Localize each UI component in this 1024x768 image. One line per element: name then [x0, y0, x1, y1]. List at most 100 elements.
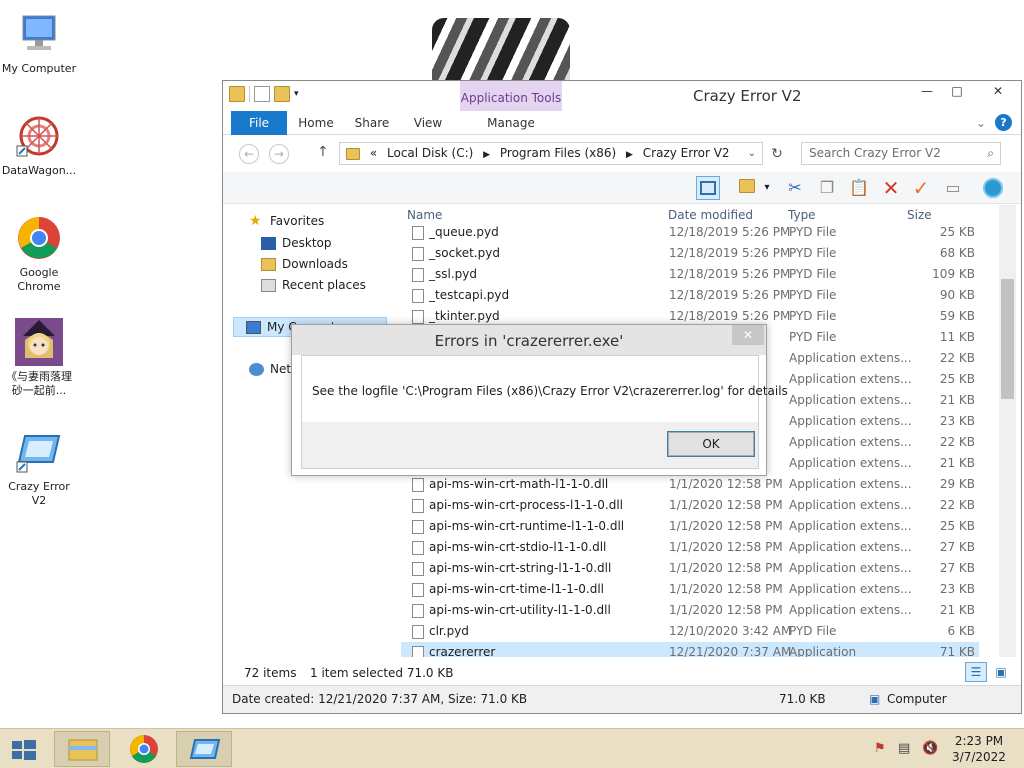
table-row[interactable]: api-ms-win-crt-math-l1-1-0.dll 1/1/2020 1…	[401, 474, 979, 495]
file-name: api-ms-win-crt-string-l1-1-0.dll	[429, 561, 612, 575]
rename-icon[interactable]: ▭	[941, 176, 965, 200]
start-button[interactable]	[0, 731, 48, 767]
address-input[interactable]: « Local Disk (C:) ▶ Program Files (x86) …	[339, 142, 763, 165]
desktop-icon-chrome[interactable]: Google Chrome	[0, 214, 78, 294]
breadcrumb-local-disk[interactable]: Local Disk (C:)	[387, 146, 473, 160]
dialog-close-button[interactable]: ✕	[732, 325, 764, 345]
desktop-icon-label: DataWagon...	[1, 164, 77, 177]
action-center-flag-icon[interactable]: ⚑	[874, 741, 890, 757]
tab-manage[interactable]: Manage	[463, 111, 559, 135]
maximize-button[interactable]: □	[943, 81, 971, 101]
column-header-size[interactable]: Size	[907, 208, 932, 222]
file-type: Application extens...	[789, 498, 912, 512]
table-row[interactable]: _testcapi.pyd 12/18/2019 5:26 PM PYD File 9…	[401, 285, 979, 306]
nav-favorites[interactable]: ★ Favorites	[249, 211, 324, 231]
file-size: 6 KB	[947, 624, 975, 638]
file-date: 1/1/2020 12:58 PM	[669, 603, 783, 617]
close-button[interactable]: ✕	[976, 81, 1020, 101]
large-icons-view-icon[interactable]: ▣	[991, 662, 1011, 682]
table-row[interactable]: api-ms-win-crt-utility-l1-1-0.dll 1/1/202…	[401, 600, 979, 621]
vertical-scrollbar[interactable]	[999, 205, 1016, 657]
tab-file[interactable]: File	[231, 111, 287, 135]
globe-icon[interactable]	[981, 176, 1005, 200]
network-tray-icon[interactable]: ▤	[898, 741, 914, 757]
windows-logo-icon	[12, 740, 36, 760]
cut-icon[interactable]: ✂	[783, 176, 807, 200]
back-button[interactable]: ←	[239, 144, 259, 164]
checkmark-icon[interactable]: ✓	[909, 176, 933, 200]
nav-recent-places[interactable]: Recent places	[261, 275, 366, 295]
tab-share[interactable]: Share	[349, 111, 395, 135]
dropdown-icon[interactable]: ▾	[761, 176, 773, 200]
file-date: 1/1/2020 12:58 PM	[669, 540, 783, 554]
desktop-background-graphic	[432, 18, 570, 80]
file-date: 12/18/2019 5:26 PM	[669, 246, 791, 260]
table-row[interactable]: clr.pyd 12/10/2020 3:42 AM PYD File 6 KB	[401, 621, 979, 642]
new-folder-icon[interactable]	[274, 86, 290, 102]
customize-toolbar-icon[interactable]: ▾	[294, 86, 304, 102]
column-header-date[interactable]: Date modified	[668, 208, 753, 222]
tab-view[interactable]: View	[405, 111, 451, 135]
table-row[interactable]: api-ms-win-crt-time-l1-1-0.dll 1/1/2020 1…	[401, 579, 979, 600]
delete-icon[interactable]: ✕	[879, 176, 903, 200]
ok-button[interactable]: OK	[667, 431, 755, 457]
help-icon[interactable]: ?	[995, 114, 1012, 131]
file-type: Application extens...	[789, 435, 912, 449]
table-row[interactable]: api-ms-win-crt-runtime-l1-1-0.dll 1/1/202…	[401, 516, 979, 537]
file-size: 22 KB	[939, 498, 975, 512]
column-header-name[interactable]: Name	[407, 208, 442, 222]
table-row[interactable]: _socket.pyd 12/18/2019 5:26 PM PYD File 68 …	[401, 243, 979, 264]
crazy-error-icon	[189, 739, 221, 759]
expand-ribbon-icon[interactable]: ⌄	[971, 111, 991, 135]
table-row[interactable]: api-ms-win-crt-stdio-l1-1-0.dll 1/1/2020 …	[401, 537, 979, 558]
paste-icon[interactable]: 📋	[847, 176, 871, 200]
dialog-titlebar[interactable]: Errors in 'crazererrer.exe' ✕	[292, 325, 766, 355]
table-row[interactable]: api-ms-win-crt-process-l1-1-0.dll 1/1/202…	[401, 495, 979, 516]
details-view-icon[interactable]: ☰	[965, 662, 987, 682]
folder-icon	[346, 147, 360, 160]
recent-places-icon	[261, 278, 276, 292]
desktop-icon-anime[interactable]: 《与妻雨落理 砂一起前...	[0, 318, 78, 398]
tab-home[interactable]: Home	[293, 111, 339, 135]
volume-muted-icon[interactable]: 🔇	[922, 741, 938, 757]
table-row[interactable]: _ssl.pyd 12/18/2019 5:26 PM PYD File 109 KB	[401, 264, 979, 285]
file-name: _testcapi.pyd	[429, 288, 510, 302]
taskbar-crazy-error[interactable]	[176, 731, 232, 767]
desktop-icon-my-computer[interactable]: My Computer	[0, 10, 78, 76]
clock[interactable]: 2:23 PM 3/7/2022	[944, 733, 1014, 765]
file-name: api-ms-win-crt-math-l1-1-0.dll	[429, 477, 609, 491]
search-input[interactable]: Search Crazy Error V2 ⌕	[801, 142, 1001, 165]
column-header-type[interactable]: Type	[788, 208, 816, 222]
file-date: 12/18/2019 5:26 PM	[669, 267, 791, 281]
desktop-icon-datawagon[interactable]: DataWagon...	[0, 112, 78, 178]
chrome-icon	[15, 214, 63, 262]
nav-label: Favorites	[270, 214, 325, 228]
preview-pane-icon[interactable]	[696, 176, 720, 200]
nav-downloads[interactable]: Downloads	[261, 254, 348, 274]
file-type: PYD File	[789, 267, 837, 281]
window-titlebar[interactable]: ▾ Application Tools Crazy Error V2 — □ ✕	[223, 81, 1021, 111]
file-name: crazererrer	[429, 645, 496, 657]
nav-desktop[interactable]: Desktop	[261, 233, 332, 253]
forward-button[interactable]: →	[269, 144, 289, 164]
address-dropdown-icon[interactable]: ⌄	[748, 143, 756, 164]
scrollbar-thumb[interactable]	[1001, 279, 1014, 399]
refresh-icon[interactable]: ↻	[767, 144, 787, 164]
copy-icon[interactable]: ❐	[815, 176, 839, 200]
taskbar-file-explorer[interactable]	[54, 731, 110, 767]
table-row[interactable]: crazererrer 12/21/2020 7:37 AM Application…	[401, 642, 979, 657]
breadcrumb-crazy-error[interactable]: Crazy Error V2	[643, 146, 730, 160]
taskbar-chrome[interactable]	[116, 731, 172, 767]
properties-icon[interactable]	[254, 86, 270, 102]
minimize-button[interactable]: —	[913, 81, 941, 101]
table-row[interactable]: _queue.pyd 12/18/2019 5:26 PM PYD File 25 K…	[401, 222, 979, 243]
table-row[interactable]: api-ms-win-crt-string-l1-1-0.dll 1/1/2020…	[401, 558, 979, 579]
file-date: 12/18/2019 5:26 PM	[669, 225, 791, 239]
dialog-footer: OK	[302, 422, 758, 468]
details-bar: Date created: 12/21/2020 7:37 AM, Size: …	[223, 685, 1021, 713]
up-button[interactable]: ↑	[317, 144, 329, 160]
breadcrumb-program-files[interactable]: Program Files (x86)	[500, 146, 616, 160]
desktop-icon-crazy-error[interactable]: Crazy Error V2	[0, 428, 78, 508]
folder-options-icon[interactable]	[735, 176, 759, 200]
crazy-error-icon	[15, 428, 63, 476]
